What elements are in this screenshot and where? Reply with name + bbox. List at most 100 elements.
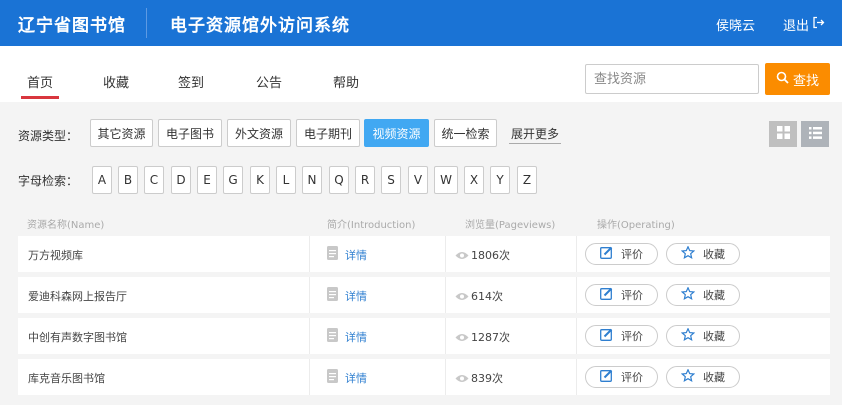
rate-label: 评价 [621, 330, 643, 343]
letter-button-k[interactable]: K [250, 166, 270, 194]
type-unified-search-button[interactable]: 统一检索 [434, 119, 497, 147]
letter-button-q[interactable]: Q [329, 166, 349, 194]
letter-button-r[interactable]: R [355, 166, 375, 194]
pageview-count: 1806次 [471, 249, 510, 262]
resource-name[interactable]: 库克音乐图书馆 [28, 370, 105, 386]
type-foreign-button[interactable]: 外文资源 [227, 119, 291, 147]
cell-divider [576, 318, 577, 354]
favorite-button[interactable]: 收藏 [666, 243, 740, 265]
nav-item-checkin[interactable]: 签到 [178, 72, 204, 91]
resource-type-label: 资源类型： [18, 129, 79, 143]
favorite-label: 收藏 [703, 248, 725, 261]
cell-divider [576, 359, 577, 395]
favorite-button[interactable]: 收藏 [666, 325, 740, 347]
grid-view-button[interactable] [769, 121, 797, 147]
header-operating: 操作(Operating) [597, 220, 675, 231]
star-icon [680, 245, 696, 262]
document-icon [327, 287, 338, 304]
rate-label: 评价 [621, 371, 643, 384]
header-introduction: 简介(Introduction) [327, 220, 416, 231]
star-icon [680, 286, 696, 303]
content-area: 资源类型： 其它资源 电子图书 外文资源 电子期刊 视频资源 统一检索 展开更多… [0, 102, 842, 405]
cell-divider [309, 359, 310, 395]
letter-button-v[interactable]: V [408, 166, 428, 194]
rate-label: 评价 [621, 248, 643, 261]
nav-item-notices[interactable]: 公告 [256, 72, 282, 91]
letter-button-d[interactable]: D [171, 166, 191, 194]
detail-link[interactable]: 详情 [345, 370, 367, 386]
rate-button[interactable]: 评价 [585, 243, 658, 265]
rate-button[interactable]: 评价 [585, 284, 658, 306]
pageview-count: 1287次 [471, 331, 510, 344]
letter-button-x[interactable]: X [464, 166, 484, 194]
resource-name[interactable]: 中创有声数字图书馆 [28, 329, 127, 345]
letter-button-y[interactable]: Y [490, 166, 510, 194]
letter-button-c[interactable]: C [144, 166, 164, 194]
header-divider [146, 8, 147, 38]
rate-label: 评价 [621, 289, 643, 302]
pageview-count: 839次 [471, 372, 503, 385]
type-other-button[interactable]: 其它资源 [90, 119, 153, 147]
favorite-label: 收藏 [703, 330, 725, 343]
rate-button[interactable]: 评价 [585, 366, 658, 388]
grid-view-icon [776, 126, 790, 142]
user-name[interactable]: 侯晓云 [716, 15, 755, 34]
logout-label: 退出 [783, 19, 810, 34]
type-ejournal-button[interactable]: 电子期刊 [296, 119, 360, 147]
top-header: 辽宁省图书馆 电子资源馆外访问系统 侯晓云 退出 [0, 0, 842, 46]
letter-button-l[interactable]: L [276, 166, 296, 194]
header-name: 资源名称(Name) [27, 220, 105, 231]
letter-button-w[interactable]: W [434, 166, 458, 194]
system-name: 电子资源馆外访问系统 [170, 16, 350, 36]
library-name: 辽宁省图书馆 [18, 16, 126, 36]
nav-item-home[interactable]: 首页 [20, 72, 60, 99]
table-row: 库克音乐图书馆 详情 839次 评价 收藏 [18, 359, 830, 395]
cell-divider [445, 318, 446, 354]
detail-link[interactable]: 详情 [345, 247, 367, 263]
eye-icon [455, 331, 469, 345]
letter-button-g[interactable]: G [223, 166, 243, 194]
cell-divider [576, 277, 577, 313]
letter-button-s[interactable]: S [381, 166, 401, 194]
alphabet-search-label: 字母检索： [18, 174, 79, 188]
star-icon [680, 327, 696, 344]
edit-icon [600, 287, 613, 303]
edit-icon [600, 328, 613, 344]
search-input[interactable] [585, 64, 759, 94]
pageview-count: 614次 [471, 290, 503, 303]
nav-item-favorites[interactable]: 收藏 [103, 72, 129, 91]
rate-button[interactable]: 评价 [585, 325, 658, 347]
letter-button-b[interactable]: B [118, 166, 138, 194]
resource-name[interactable]: 万方视频库 [28, 247, 83, 263]
eye-icon [455, 290, 469, 304]
cell-divider [445, 277, 446, 313]
cell-divider [309, 277, 310, 313]
table-row: 万方视频库 详情 1806次 评价 收藏 [18, 236, 830, 272]
logout-button[interactable]: 退出 [783, 15, 825, 34]
letter-button-z[interactable]: Z [517, 166, 537, 194]
type-ebook-button[interactable]: 电子图书 [158, 119, 222, 147]
header-pageviews: 浏览量(Pageviews) [465, 220, 556, 231]
list-view-icon [808, 126, 822, 142]
cell-divider [309, 318, 310, 354]
favorite-button[interactable]: 收藏 [666, 366, 740, 388]
detail-link[interactable]: 详情 [345, 288, 367, 304]
expand-more-button[interactable]: 展开更多 [509, 125, 562, 144]
eye-icon [455, 372, 469, 386]
letter-button-n[interactable]: N [302, 166, 322, 194]
logout-icon [812, 16, 825, 33]
detail-link[interactable]: 详情 [345, 329, 367, 345]
main-nav: 首页 收藏 签到 公告 帮助 查找 [0, 46, 842, 102]
favorite-button[interactable]: 收藏 [666, 284, 740, 306]
search-button[interactable]: 查找 [765, 63, 830, 95]
resource-name[interactable]: 爱迪科森网上报告厅 [28, 288, 127, 304]
type-video-button[interactable]: 视频资源 [364, 119, 429, 147]
search-button-label: 查找 [792, 72, 819, 88]
letter-button-a[interactable]: A [92, 166, 112, 194]
favorite-label: 收藏 [703, 371, 725, 384]
nav-item-help[interactable]: 帮助 [333, 72, 359, 91]
table-row: 中创有声数字图书馆 详情 1287次 评价 收藏 [18, 318, 830, 354]
document-icon [327, 328, 338, 345]
letter-button-e[interactable]: E [197, 166, 217, 194]
list-view-button[interactable] [801, 121, 829, 147]
